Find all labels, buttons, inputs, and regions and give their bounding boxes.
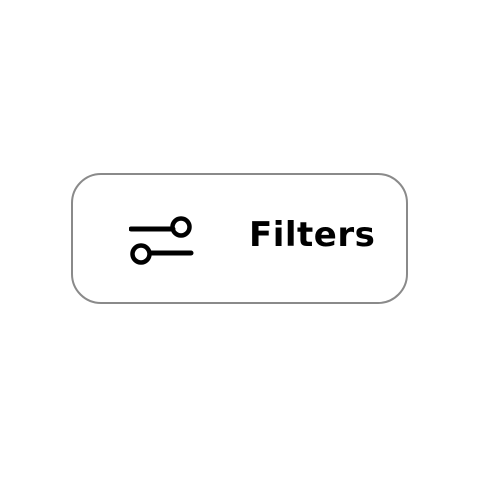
page-canvas: Filters: [0, 0, 480, 480]
filters-button[interactable]: Filters: [71, 173, 408, 304]
filters-label: Filters: [249, 215, 376, 255]
sliders-icon: [129, 216, 194, 265]
